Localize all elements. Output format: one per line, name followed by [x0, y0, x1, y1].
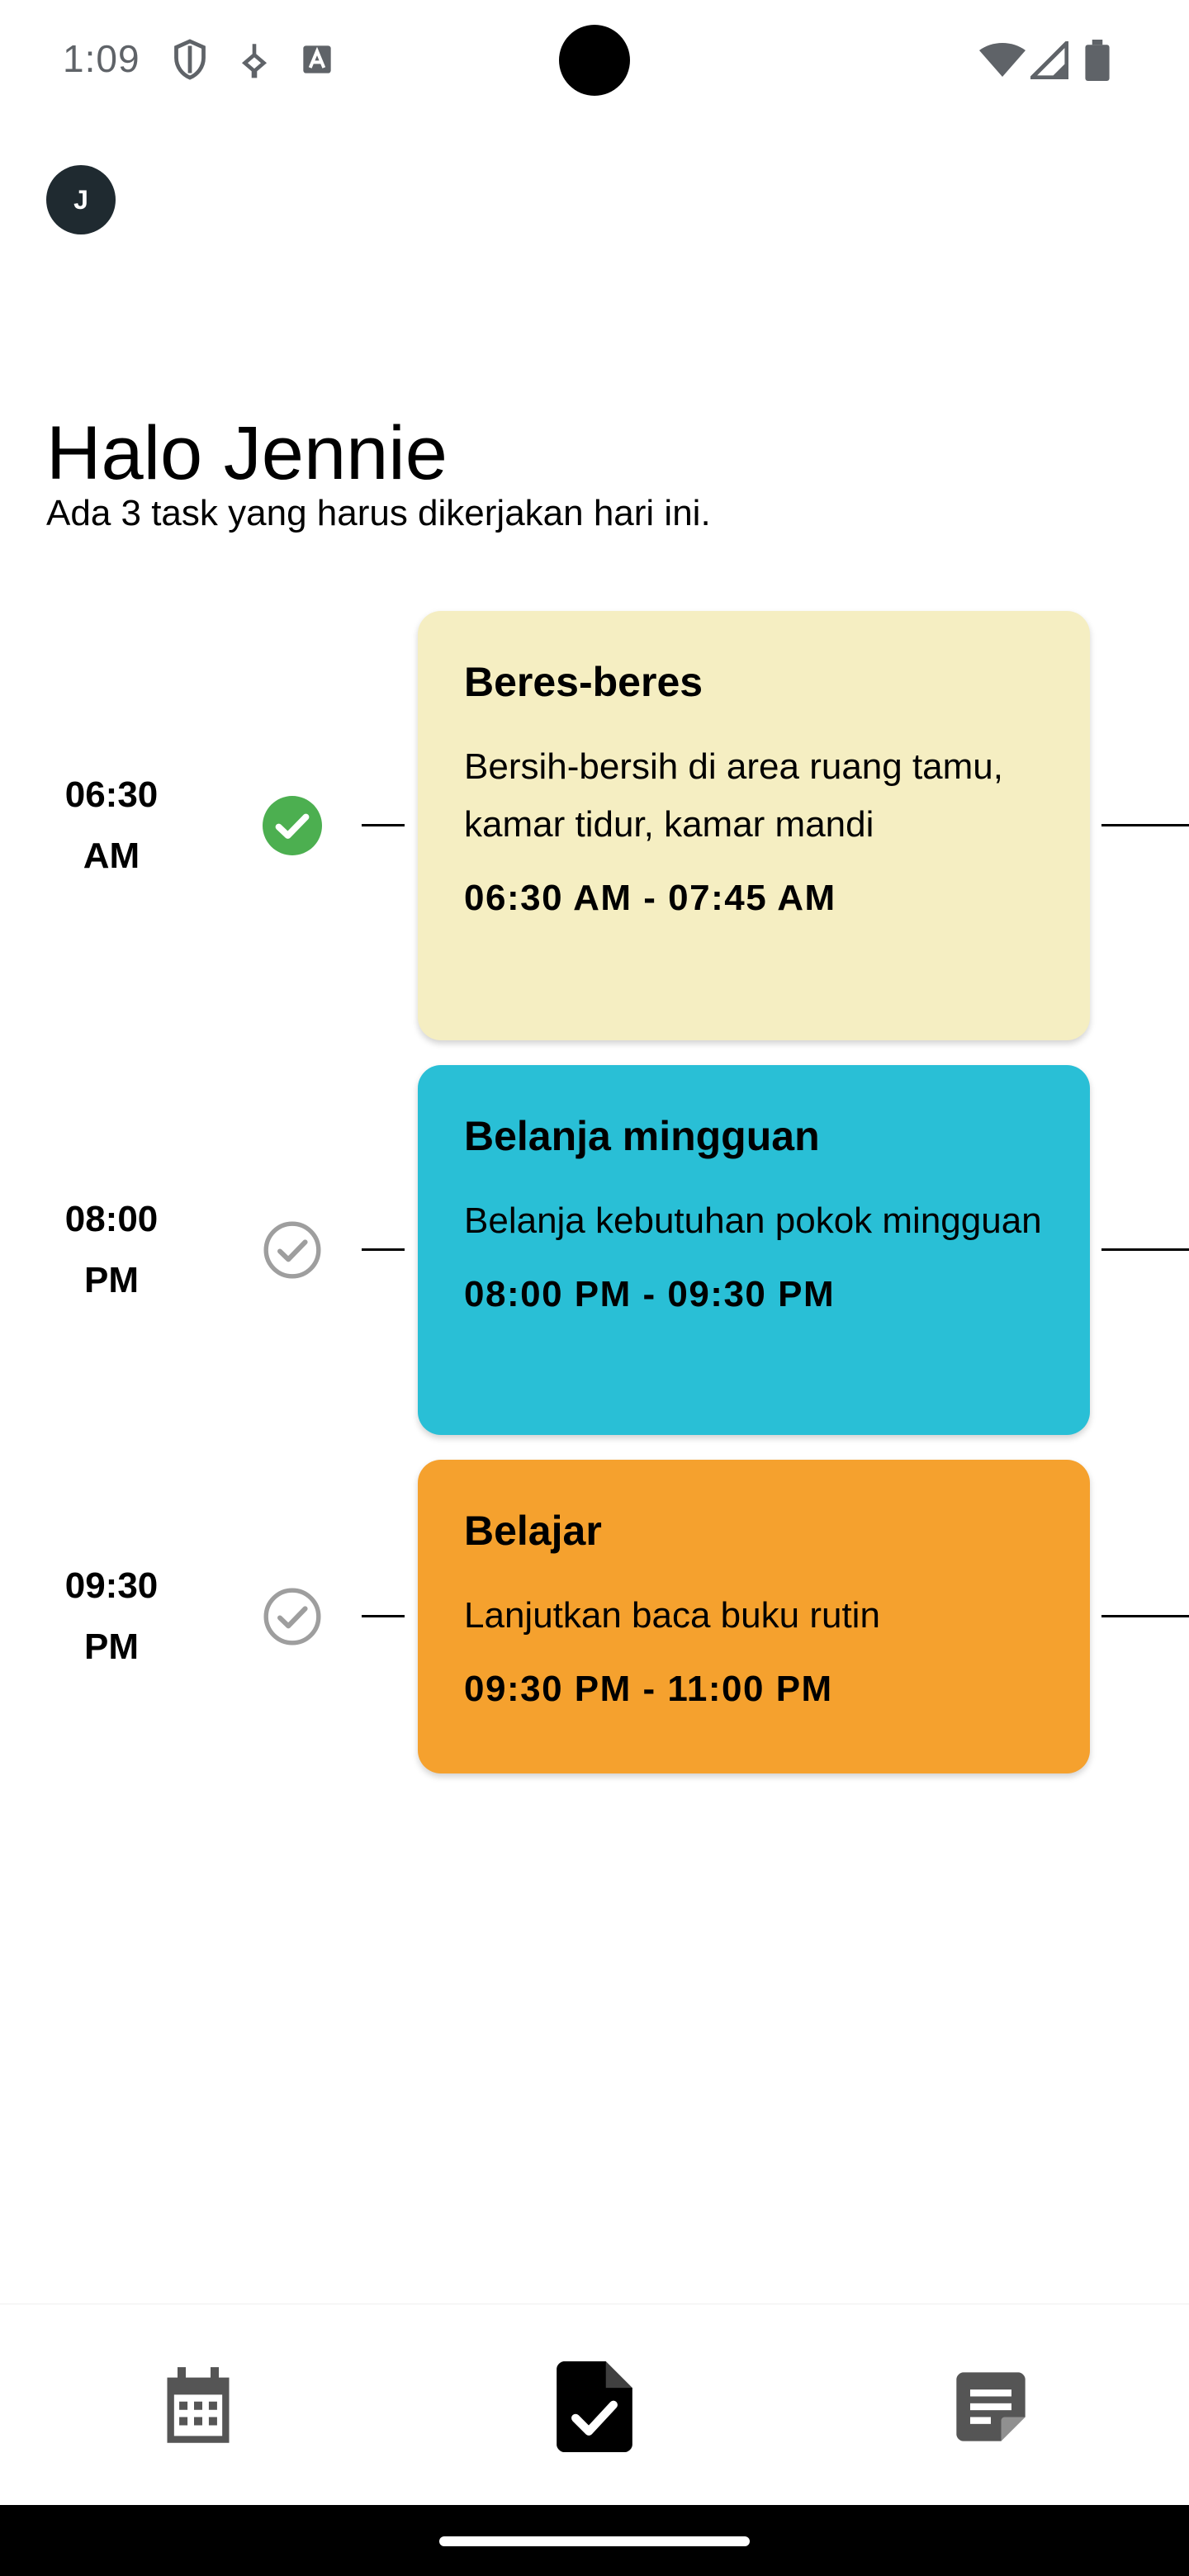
task-time-hour: 09:30	[64, 1565, 159, 1606]
cell-signal-icon	[1027, 38, 1069, 83]
task-card[interactable]: Belanja mingguan Belanja kebutuhan pokok…	[418, 1065, 1090, 1435]
task-time-period: PM	[84, 1260, 139, 1300]
timeline-connector	[1101, 824, 1189, 826]
task-row: 09:30 PM Belajar Lanjutkan baca buku rut…	[0, 1460, 1189, 1773]
timeline-connector	[362, 1248, 405, 1251]
check-pending-icon[interactable]	[263, 1220, 322, 1280]
task-card[interactable]: Belajar Lanjutkan baca buku rutin 09:30 …	[418, 1460, 1090, 1773]
timeline-connector	[1101, 1615, 1189, 1617]
task-row: 08:00 PM Belanja mingguan Belanja kebutu…	[0, 1065, 1189, 1435]
task-time-period: PM	[84, 1627, 139, 1667]
status-bar: 1:09	[0, 0, 1189, 116]
task-description: Belanja kebutuhan pokok mingguan	[464, 1200, 1042, 1241]
task-title: Belanja mingguan	[464, 1113, 820, 1159]
task-time-hour: 08:00	[64, 1199, 159, 1239]
shield-icon	[172, 38, 208, 85]
status-time: 1:09	[63, 37, 140, 80]
task-screen: 1:09 J Halo Jennie Ada 3 task yang harus…	[0, 0, 1189, 2576]
task-title: Belajar	[464, 1508, 602, 1554]
avatar[interactable]: J	[46, 165, 116, 234]
task-time-range: 08:00 PM - 09:30 PM	[464, 1274, 836, 1314]
camera-cutout	[559, 25, 630, 96]
task-title: Beres-beres	[464, 659, 703, 705]
nav-notes-button[interactable]	[941, 2359, 1040, 2458]
greeting-subtitle: Ada 3 task yang harus dikerjakan hari in…	[46, 493, 711, 533]
system-gesture-bar	[0, 2505, 1189, 2576]
timeline-connector	[362, 1615, 405, 1617]
bottom-navigation	[0, 2304, 1189, 2505]
calendar-icon	[157, 2363, 239, 2455]
task-card[interactable]: Beres-beres Bersih-bersih di area ruang …	[418, 611, 1090, 1040]
task-time-range: 09:30 PM - 11:00 PM	[464, 1669, 833, 1709]
task-time: 06:30 AM	[33, 765, 190, 887]
avatar-initial: J	[73, 184, 88, 215]
check-done-icon[interactable]	[263, 796, 322, 855]
task-time: 08:00 PM	[33, 1189, 190, 1311]
task-time-period: AM	[83, 836, 140, 876]
check-pending-icon[interactable]	[263, 1587, 322, 1646]
timeline-connector	[362, 824, 405, 826]
task-time-range: 06:30 AM - 07:45 AM	[464, 878, 836, 918]
task-description: Bersih-bersih di area ruang tamu, kamar …	[464, 746, 1003, 845]
notes-icon	[950, 2365, 1032, 2452]
usb-debug-icon	[238, 41, 271, 83]
home-gesture-handle[interactable]	[439, 2536, 750, 2546]
greeting-title: Halo Jennie	[46, 411, 448, 495]
nav-calendar-button[interactable]	[149, 2359, 248, 2458]
font-a-icon	[301, 43, 334, 80]
wifi-icon	[979, 41, 1026, 83]
task-time: 09:30 PM	[33, 1556, 190, 1678]
task-description: Lanjutkan baca buku rutin	[464, 1595, 880, 1636]
nav-tasks-button[interactable]	[545, 2359, 644, 2458]
task-file-check-icon	[557, 2361, 632, 2456]
task-row: 06:30 AM Beres-beres Bersih-bersih di ar…	[0, 611, 1189, 1040]
task-time-hour: 06:30	[64, 774, 159, 815]
timeline-connector	[1101, 1248, 1189, 1251]
battery-icon	[1085, 40, 1110, 85]
